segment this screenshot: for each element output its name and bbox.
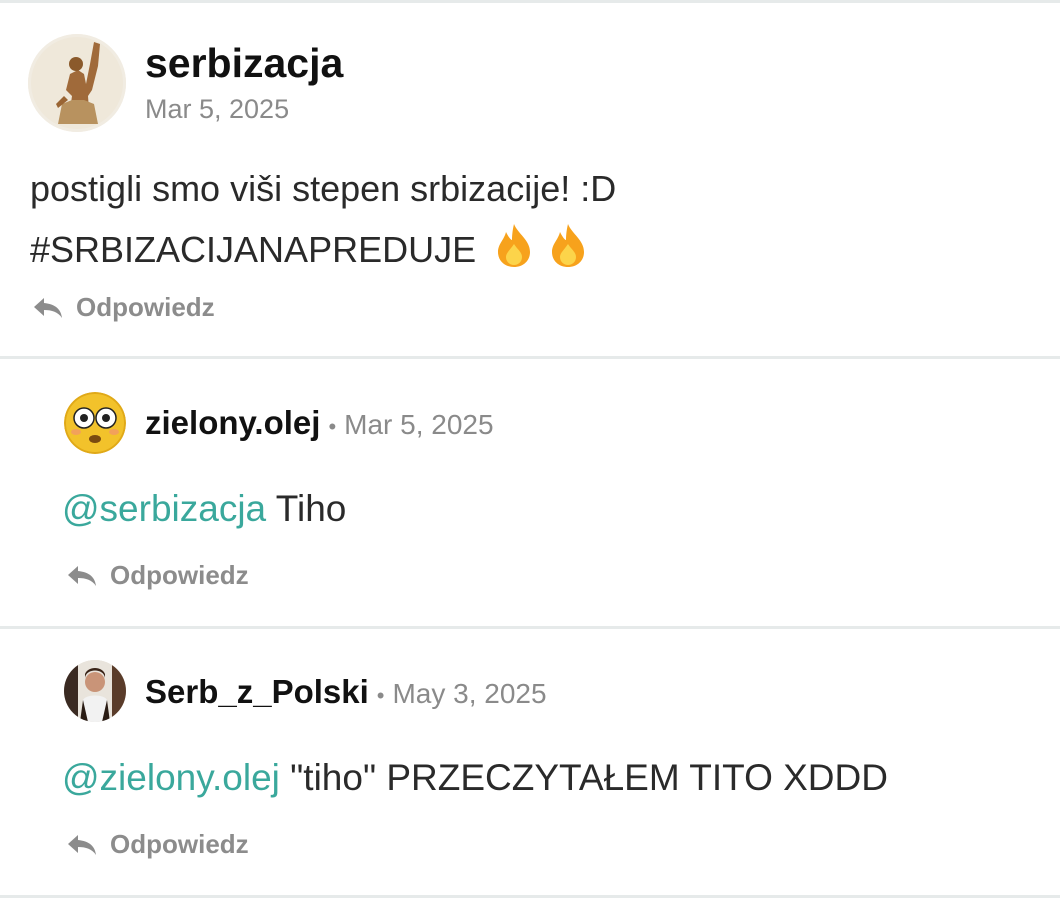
- reply-icon: [66, 564, 98, 588]
- comment: Serb_z_Polski • May 3, 2025 @zielony.ole…: [0, 629, 1060, 897]
- post-text-line-2: #SRBIZACIJANAPREDUJE: [30, 222, 588, 277]
- commenter-avatar[interactable]: [64, 660, 126, 722]
- comment: zielony.olej • Mar 5, 2025 @serbizacja T…: [0, 360, 1060, 626]
- author-avatar[interactable]: [28, 34, 126, 132]
- mention-link[interactable]: @zielony.olej: [62, 757, 280, 798]
- commenter-username[interactable]: zielony.olej: [145, 404, 320, 442]
- reply-icon: [32, 296, 64, 320]
- reply-label: Odpowiedz: [76, 292, 215, 322]
- comment-text: @serbizacja Tiho: [62, 488, 346, 530]
- comment-header: Serb_z_Polski • May 3, 2025: [145, 673, 547, 711]
- reply-label: Odpowiedz: [110, 560, 249, 590]
- comment-header: zielony.olej • Mar 5, 2025: [145, 404, 494, 442]
- hashtag[interactable]: #SRBIZACIJANAPREDUJE: [30, 229, 476, 271]
- main-post: serbizacja Mar 5, 2025 postigli smo viši…: [0, 0, 1060, 358]
- comment-date: May 3, 2025: [392, 678, 547, 709]
- statue-avatar-icon: [28, 34, 126, 132]
- reply-button[interactable]: Odpowiedz: [66, 560, 249, 591]
- reply-button[interactable]: Odpowiedz: [32, 292, 215, 323]
- fire-icon: [548, 222, 588, 277]
- post-text-line-1: postigli smo viši stepen srbizacije! :D: [30, 168, 617, 209]
- post-date: Mar 5, 2025: [145, 94, 290, 124]
- comment-date: Mar 5, 2025: [344, 409, 494, 440]
- commenter-username[interactable]: Serb_z_Polski: [145, 673, 369, 711]
- author-username[interactable]: serbizacja: [145, 40, 343, 87]
- bottom-divider: [0, 895, 1060, 898]
- separator-dot: •: [376, 683, 385, 708]
- reply-label: Odpowiedz: [110, 829, 249, 859]
- reply-icon: [66, 833, 98, 857]
- comment-text: @zielony.olej "tiho" PRZECZYTAŁEM TITO X…: [62, 757, 888, 799]
- reply-button[interactable]: Odpowiedz: [66, 829, 249, 860]
- person-photo-icon: [64, 660, 126, 722]
- fire-icon: [494, 222, 534, 277]
- flushed-face-icon: [64, 392, 126, 454]
- commenter-avatar[interactable]: [64, 392, 126, 454]
- comment-body: "tiho" PRZECZYTAŁEM TITO XDDD: [279, 757, 888, 798]
- comment-body: Tiho: [266, 488, 347, 529]
- post-divider: [0, 356, 1060, 359]
- separator-dot: •: [328, 414, 337, 439]
- mention-link[interactable]: @serbizacja: [62, 488, 266, 529]
